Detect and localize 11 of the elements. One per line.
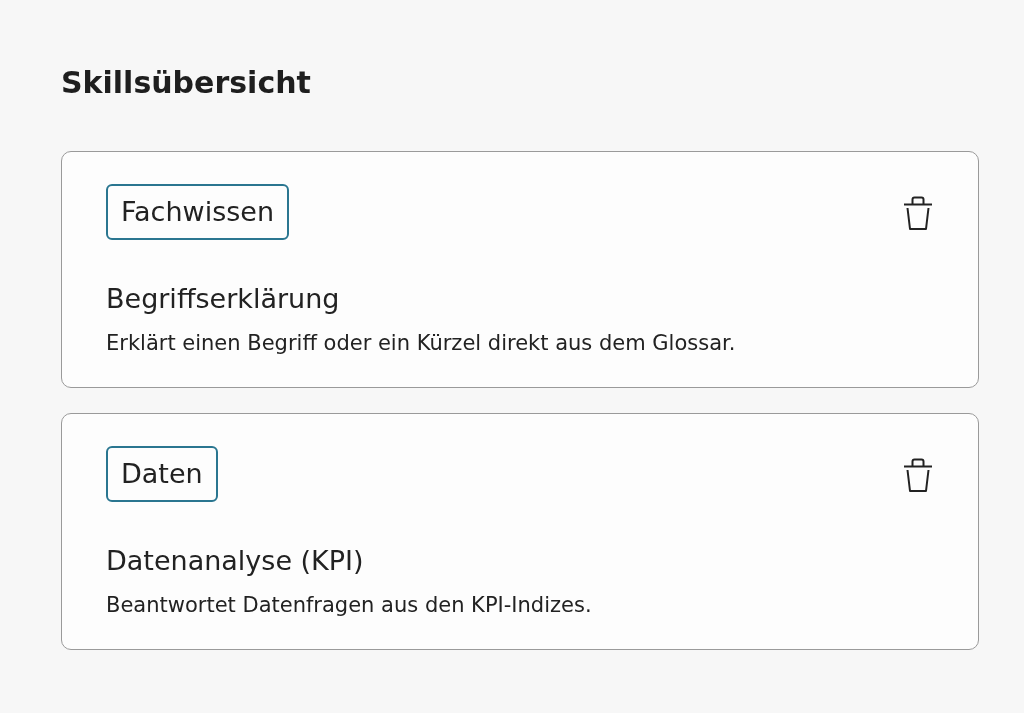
- skill-description: Beantwortet Datenfragen aus den KPI-Indizes.: [106, 592, 593, 619]
- category-tag: Daten: [106, 446, 218, 502]
- category-tag: Fachwissen: [106, 184, 289, 240]
- delete-button[interactable]: [903, 458, 933, 492]
- skill-title: Begriffserklärung: [106, 282, 341, 316]
- trash-icon: [903, 458, 933, 492]
- page-title: Skillsübersicht: [61, 64, 312, 102]
- skill-description: Erklärt einen Begriff oder ein Kürzel direkt aus dem Glossar.: [106, 330, 737, 357]
- trash-icon: [903, 196, 933, 230]
- skill-title: Datenanalyse (KPI): [106, 544, 365, 578]
- delete-button[interactable]: [903, 196, 933, 230]
